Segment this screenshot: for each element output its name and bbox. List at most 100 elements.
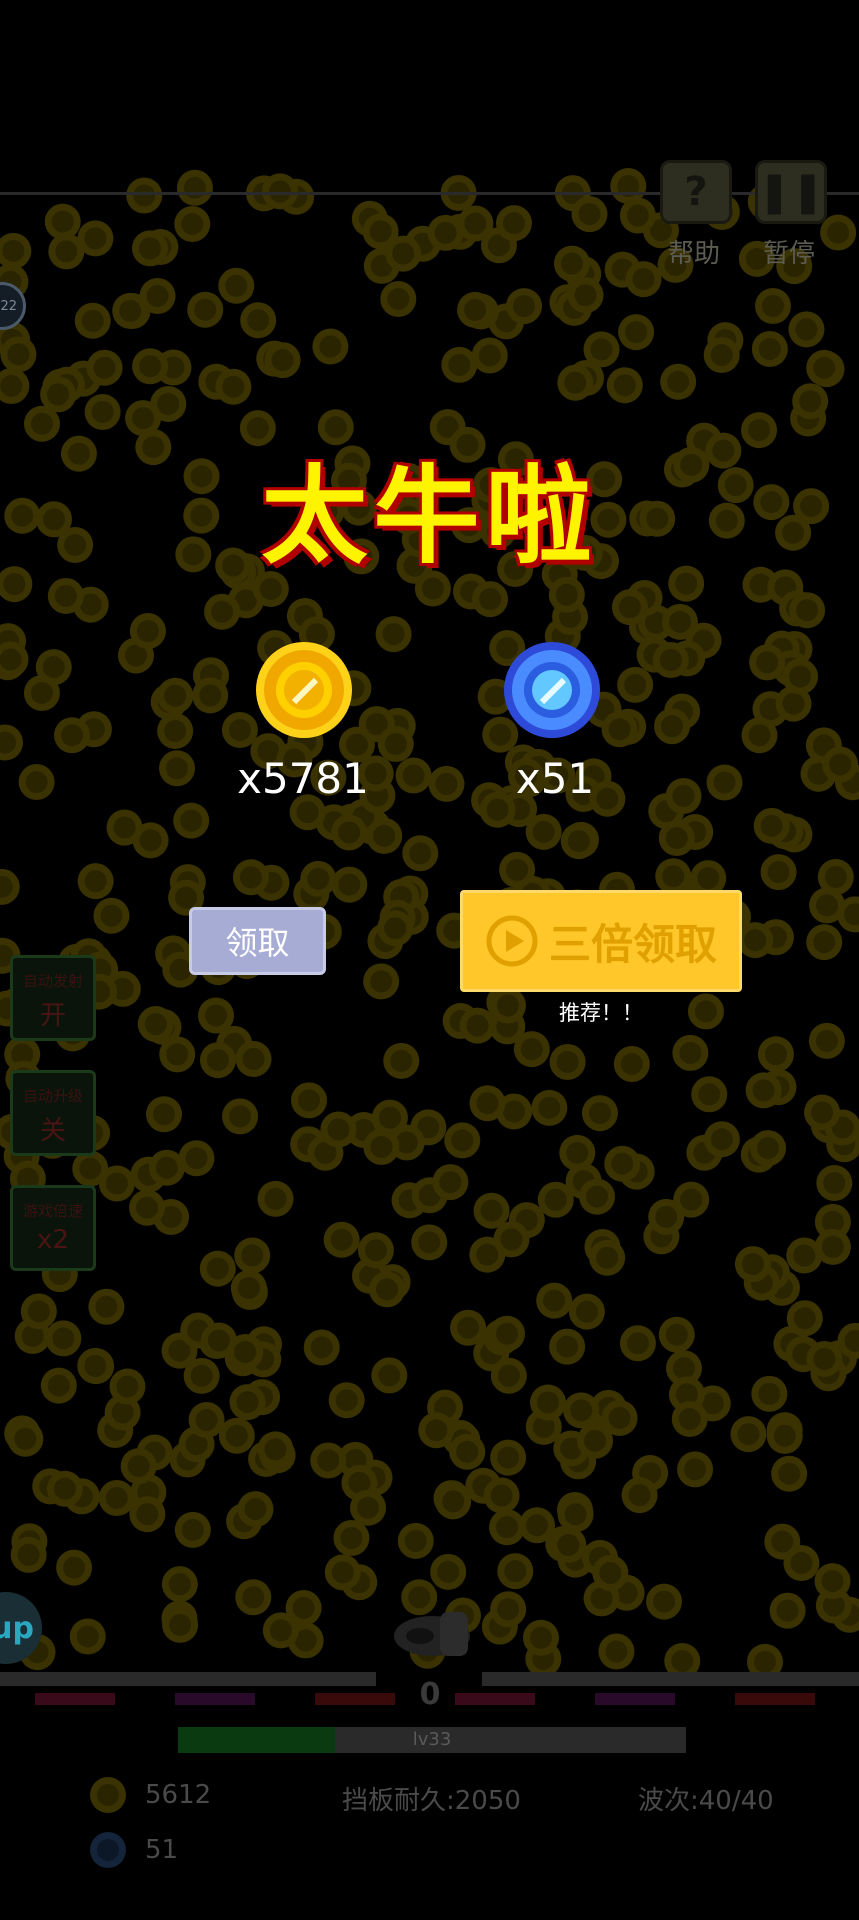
coin-ball-core <box>789 665 812 688</box>
coin-ball-core <box>713 771 736 794</box>
gem-total: 51 <box>145 1835 179 1865</box>
claim-button[interactable]: 领取 <box>189 907 326 975</box>
coin-ball-core <box>84 1354 107 1377</box>
coin-ball-core <box>520 1038 543 1061</box>
gold-coin-small-icon <box>90 1777 126 1813</box>
coin-ball-core <box>100 904 123 927</box>
coin-ball-core <box>757 1137 780 1160</box>
coin-ball-core <box>425 1419 448 1442</box>
gem-reward-amount: x51 <box>515 754 595 803</box>
coin-ball-core <box>0 648 22 671</box>
coin-ball-core <box>376 1278 399 1301</box>
coin-ball-core <box>181 212 204 235</box>
coin-ball-core <box>180 809 203 832</box>
coin-ball-core <box>760 814 783 837</box>
auto-fire-toggle[interactable]: 自动发射 开 <box>10 955 96 1041</box>
coin-ball-core <box>175 886 198 909</box>
coin-ball-core <box>500 1228 523 1251</box>
coin-ball-core <box>133 184 156 207</box>
coin-ball-core <box>758 1382 781 1405</box>
brick-row <box>595 1693 675 1705</box>
coin-ball-core <box>564 1503 587 1526</box>
coin-ball-core <box>620 1053 643 1076</box>
coin-ball-core <box>116 1375 139 1398</box>
coin-ball-core <box>84 227 107 250</box>
coin-ball-core <box>575 1300 598 1323</box>
level-label: lv33 <box>412 1729 452 1750</box>
coin-ball-core <box>665 827 688 850</box>
coin-ball-core <box>503 1100 526 1123</box>
coin-ball-core <box>668 610 691 633</box>
coin-ball-core <box>317 1449 340 1472</box>
reward-title: 太牛啦 <box>261 455 598 578</box>
coin-ball-core <box>222 375 245 398</box>
coin-ball-core <box>298 1089 321 1112</box>
coin-ball-core <box>307 867 330 890</box>
coin-ball-core <box>27 1300 50 1323</box>
help-button[interactable]: ? <box>660 160 732 224</box>
coin-ball-core <box>827 221 850 244</box>
coin-ball-core <box>586 1185 609 1208</box>
coin-ball-core <box>490 1484 513 1507</box>
coin-ball-core <box>439 1171 462 1194</box>
coin-ball-core <box>448 353 471 376</box>
game-speed-title: 游戏倍速 <box>22 1202 83 1220</box>
coin-ball-core <box>624 673 647 696</box>
coin-ball-core <box>613 374 636 397</box>
coin-ball-core <box>136 1196 159 1219</box>
coin-ball-core <box>502 212 525 235</box>
coin-ball-core <box>2 239 25 262</box>
coin-ball-core <box>183 176 206 199</box>
coin-ball-core <box>584 1429 607 1452</box>
coin-ball-core <box>496 1322 519 1345</box>
game-speed-toggle[interactable]: 游戏倍速 x2 <box>10 1185 96 1271</box>
ball-cannon-icon <box>394 1612 470 1656</box>
coin-ball-core <box>574 284 597 307</box>
brick-row <box>35 1693 115 1705</box>
gold-coin-icon <box>256 642 352 738</box>
coin-ball-core <box>185 1147 208 1170</box>
auto-upgrade-toggle[interactable]: 自动升级 关 <box>10 1070 96 1156</box>
coin-ball-core <box>596 1246 619 1269</box>
brick-row <box>315 1693 395 1705</box>
coin-ball-core <box>793 1307 816 1330</box>
gold-total: 5612 <box>145 1780 212 1810</box>
ball-count: 0 <box>419 1677 441 1712</box>
coin-ball-core <box>340 1526 363 1549</box>
coin-ball-core <box>310 1336 333 1359</box>
coin-ball-core <box>464 298 487 321</box>
triple-claim-button[interactable]: 三倍领取 <box>460 890 742 992</box>
coin-ball-core <box>247 309 270 332</box>
coin-ball-core <box>590 338 613 361</box>
recommend-text: 推荐！！ <box>559 1001 643 1025</box>
coin-ball-core <box>748 724 771 747</box>
coin-ball-core <box>271 349 294 372</box>
coin-ball-core <box>823 1171 846 1194</box>
coin-ball-core <box>476 1092 499 1115</box>
coin-ball-core <box>211 600 234 623</box>
brick-row <box>735 1693 815 1705</box>
coin-ball-core <box>442 1490 465 1513</box>
coin-ball-core <box>390 1049 413 1072</box>
coin-ball-core <box>244 1498 267 1521</box>
coin-ball-core <box>564 371 587 394</box>
coin-ball-core <box>25 771 48 794</box>
coin-ball-core <box>626 1332 649 1355</box>
blue-gem-icon <box>504 642 600 738</box>
coin-ball-core <box>132 407 155 430</box>
coin-ball-core <box>91 400 114 423</box>
coin-ball-core <box>146 285 169 308</box>
level-progress-bar: lv33 <box>178 1727 686 1753</box>
coin-ball-core <box>331 1561 354 1584</box>
coin-ball-core <box>543 1289 566 1312</box>
pause-button[interactable]: ❚❚ <box>755 160 827 224</box>
coin-ball-core <box>764 1043 787 1066</box>
coin-ball-core <box>139 829 162 852</box>
coin-ball-core <box>84 870 107 893</box>
coin-ball-core <box>296 801 319 824</box>
coin-ball-core <box>384 733 407 756</box>
coin-ball-core <box>678 1408 701 1431</box>
coin-ball-core <box>138 237 161 260</box>
coin-ball-core <box>207 1329 230 1352</box>
coin-ball-core <box>776 1599 799 1622</box>
